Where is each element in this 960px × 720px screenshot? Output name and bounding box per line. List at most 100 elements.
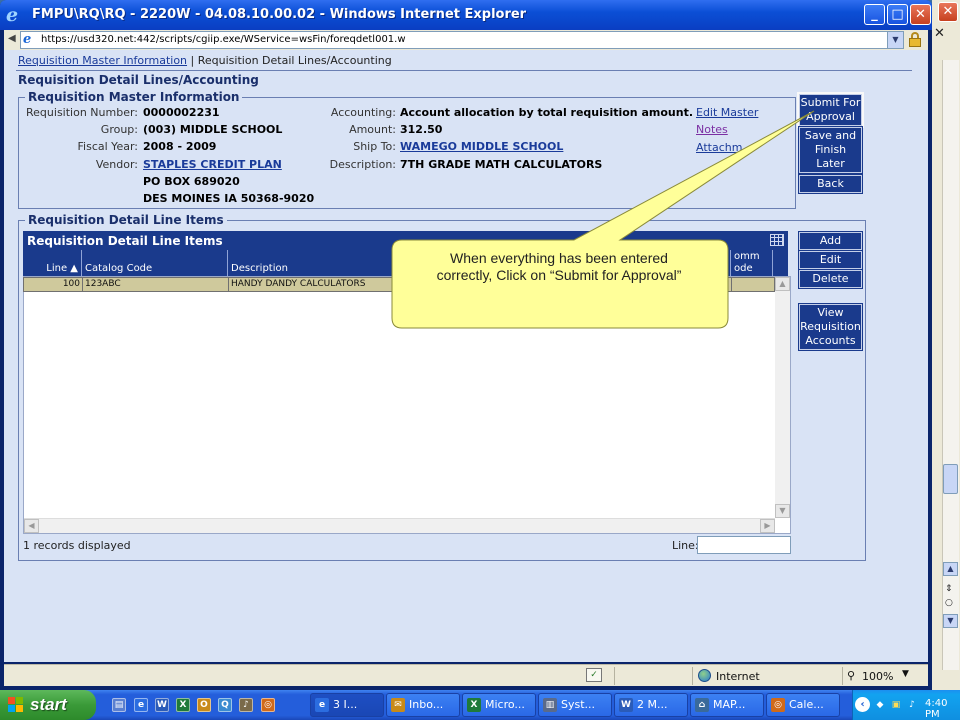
delete-line-button[interactable]: Delete <box>798 269 863 289</box>
accounting-label: Accounting: <box>330 106 396 119</box>
excel-quicklaunch-icon[interactable]: X <box>176 698 190 712</box>
background-up-down-icon[interactable]: ⇕ <box>945 584 953 594</box>
taskbar-word-group[interactable]: W2 M... <box>614 693 688 717</box>
group-value: (003) MIDDLE SCHOOL <box>143 123 283 136</box>
start-button[interactable]: start <box>0 690 96 720</box>
minimize-button[interactable]: _ <box>864 4 885 25</box>
column-line[interactable]: Line ▲ <box>23 250 82 276</box>
master-info-legend: Requisition Master Information <box>28 90 240 104</box>
callout-line-1: When everything has been entered <box>450 250 668 266</box>
taskbar-calendar[interactable]: ◎ Cale... <box>766 693 840 717</box>
scroll-down-arrow-icon[interactable]: ▼ <box>775 504 790 518</box>
breadcrumb-divider <box>16 70 912 71</box>
background-window-edge: ✕ ▲ ▼ ⇕ ○ <box>932 0 960 690</box>
ship-to-label: Ship To: <box>353 140 396 153</box>
ie-quicklaunch-icon[interactable]: e <box>134 698 148 712</box>
zoom-dropdown-icon[interactable]: ▼ <box>902 669 909 679</box>
fiscal-year-label: Fiscal Year: <box>77 140 138 153</box>
notes-link[interactable]: Notes <box>696 123 728 136</box>
column-commodity-code[interactable]: omm ode <box>731 250 773 276</box>
title-bar[interactable]: e FMPU\RQ\RQ - 2220W - 04.08.10.00.02 - … <box>0 0 932 30</box>
scroll-left-arrow-icon[interactable]: ◀ <box>24 519 39 533</box>
amount-label: Amount: <box>349 123 396 136</box>
status-check-icon[interactable]: ✓ <box>586 668 602 682</box>
edit-master-link[interactable]: Edit Master <box>696 106 758 119</box>
search-quicklaunch-icon[interactable]: Q <box>218 698 232 712</box>
address-bar: ◀ e https://usd320.net:442/scripts/cgiip… <box>4 30 928 50</box>
zoom-level[interactable]: 100% <box>862 670 893 683</box>
zoom-magnifier-icon[interactable]: ⚲ <box>847 669 855 682</box>
tray-expand-icon[interactable]: ‹ <box>855 697 870 712</box>
group-label: Group: <box>100 123 138 136</box>
line-jump-input[interactable] <box>697 536 791 554</box>
background-scrollbar[interactable] <box>942 60 959 670</box>
browser-window: e FMPU\RQ\RQ - 2220W - 04.08.10.00.02 - … <box>0 0 932 690</box>
view-requisition-accounts-button[interactable]: View Requisition Accounts <box>798 303 863 351</box>
ie-logo-icon: e <box>6 4 19 26</box>
calendar-quicklaunch-icon[interactable]: ◎ <box>261 698 275 712</box>
records-count: 1 records displayed <box>23 539 131 552</box>
taskbar-system[interactable]: ▥ Syst... <box>538 693 612 717</box>
column-catalog-code[interactable]: Catalog Code <box>82 250 228 276</box>
breadcrumb-master-link[interactable]: Requisition Master Information <box>18 54 187 67</box>
media-quicklaunch-icon[interactable]: ♪ <box>239 698 253 712</box>
address-url[interactable]: https://usd320.net:442/scripts/cgiip.exe… <box>41 34 406 45</box>
tray-app-icon[interactable]: ◆ <box>873 698 887 712</box>
description-value: 7TH GRADE MATH CALCULATORS <box>400 158 603 171</box>
close-button[interactable]: ✕ <box>910 4 931 25</box>
vendor-address-line2: DES MOINES IA 50368-9020 <box>143 192 315 205</box>
status-bar: ✓ Internet ⚲ 100% ▼ <box>4 664 928 686</box>
page-title: Requisition Detail Lines/Accounting <box>18 73 259 87</box>
background-scroll-down-icon[interactable]: ▼ <box>943 614 958 628</box>
ship-to-link[interactable]: WAMEGO MIDDLE SCHOOL <box>400 140 563 153</box>
edit-line-button[interactable]: Edit <box>798 250 863 270</box>
vendor-label: Vendor: <box>95 158 138 171</box>
taskbar-excel[interactable]: X Micro... <box>462 693 536 717</box>
amount-value: 312.50 <box>400 123 443 136</box>
grid-vertical-scrollbar[interactable]: ▲ ▼ <box>775 277 790 518</box>
vendor-link[interactable]: STAPLES CREDIT PLAN <box>143 158 282 171</box>
taskbar-map[interactable]: ⌂ MAP... <box>690 693 764 717</box>
background-scroll-thumb[interactable] <box>943 464 958 494</box>
word-quicklaunch-icon[interactable]: W <box>155 698 169 712</box>
breadcrumb-current: Requisition Detail Lines/Accounting <box>197 54 392 67</box>
save-and-finish-later-button[interactable]: Save and Finish Later <box>798 126 863 174</box>
taskbar: start ▤ e W X O Q ♪ ◎ e3 I... ✉ Inbo... X… <box>0 690 960 720</box>
scroll-right-arrow-icon[interactable]: ▶ <box>760 519 775 533</box>
lock-icon[interactable] <box>908 32 922 47</box>
vendor-address-line1: PO BOX 689020 <box>143 175 240 188</box>
window-title: FMPU\RQ\RQ - 2220W - 04.08.10.00.02 - Wi… <box>32 7 527 22</box>
tray-clock[interactable]: 4:40 PM <box>925 698 960 720</box>
back-button[interactable]: Back <box>798 174 863 194</box>
background-scroll-up-icon[interactable]: ▲ <box>943 562 958 576</box>
breadcrumb-separator: | <box>190 54 195 67</box>
add-line-button[interactable]: Add <box>798 231 863 251</box>
submit-for-approval-button[interactable]: Submit For Approval <box>797 92 864 128</box>
maximize-button[interactable]: □ <box>887 4 908 25</box>
back-arrow-icon[interactable]: ◀ <box>8 33 16 44</box>
callout-text: When everything has been entered correct… <box>400 250 718 284</box>
address-field[interactable]: e https://usd320.net:442/scripts/cgiip.e… <box>20 31 904 49</box>
tray-network-icon[interactable]: ▣ <box>889 698 903 712</box>
req-number-value: 0000002231 <box>143 106 220 119</box>
internet-globe-icon <box>698 669 711 682</box>
grid-horizontal-scrollbar[interactable]: ◀ ▶ <box>24 518 775 533</box>
req-number-label: Requisition Number: <box>26 106 138 119</box>
outlook-quicklaunch-icon[interactable]: O <box>197 698 211 712</box>
taskbar-ie-group[interactable]: e3 I... <box>310 693 384 717</box>
show-desktop-icon[interactable]: ▤ <box>112 698 126 712</box>
attachments-link[interactable]: Attachm <box>696 141 742 154</box>
windows-flag-icon <box>8 697 24 713</box>
address-dropdown-icon[interactable]: ▼ <box>887 32 903 48</box>
secondary-close-icon[interactable]: ✕ <box>934 26 945 41</box>
background-circle-icon[interactable]: ○ <box>945 598 953 608</box>
background-window-close-button[interactable]: ✕ <box>938 2 958 22</box>
scroll-up-arrow-icon[interactable]: ▲ <box>775 277 790 291</box>
page-content: Requisition Master Information | Requisi… <box>4 50 928 662</box>
grid-title-bar: Requisition Detail Line Items <box>23 231 788 250</box>
taskbar-inbox[interactable]: ✉ Inbo... <box>386 693 460 717</box>
line-items-legend: Requisition Detail Line Items <box>28 213 224 227</box>
row-catalog-cell: 123ABC <box>83 278 229 291</box>
grid-settings-icon[interactable] <box>770 234 784 246</box>
tray-volume-icon[interactable]: ♪ <box>905 698 919 712</box>
